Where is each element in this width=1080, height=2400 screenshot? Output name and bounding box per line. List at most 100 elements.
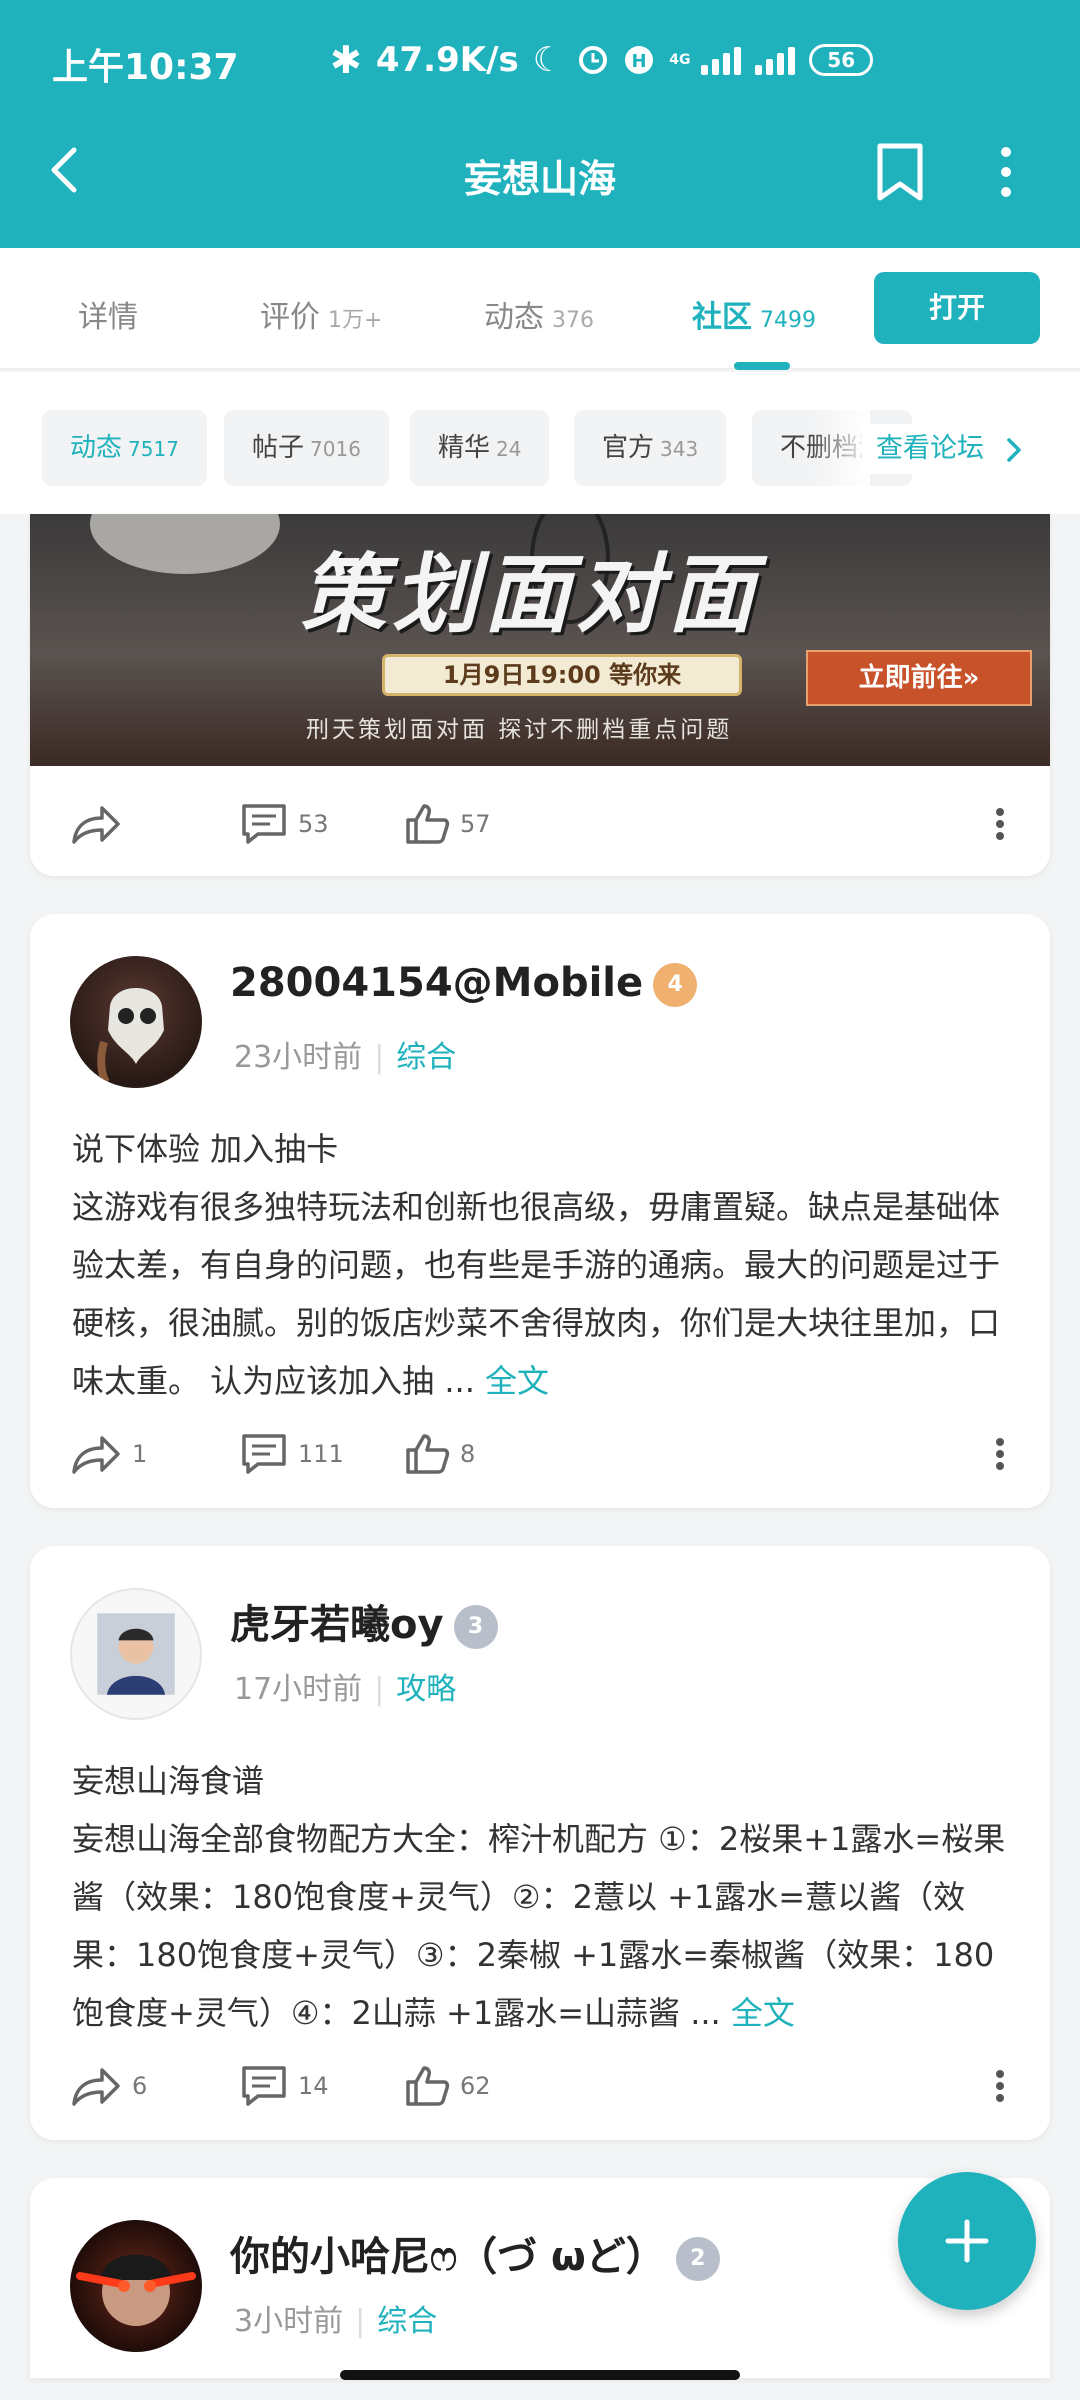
banner-card[interactable]: 策划面对面 1月9日19:00 等你来 刑天策划面对面 探讨不删档重点问题 立即… [30,514,1050,876]
tab-reviews[interactable]: 评价 1万+ [260,292,382,336]
author-label: 虎牙若曦oy [230,1602,444,1648]
comment-count: 53 [298,810,329,838]
post-time: 3小时前 [234,2304,344,2339]
level-badge: 4 [653,963,698,1007]
post-category[interactable]: 综合 [377,2304,437,2339]
post-meta: 23小时前 | 综合 [234,1040,457,1075]
post-card[interactable]: 虎牙若曦oy 3 17小时前 | 攻略 妄想山海食谱 妄想山海全部食物配方大全：榨汁机… [30,1546,1050,2140]
signal-2-icon [755,45,796,75]
chip-count: 7016 [310,437,361,461]
network-speed: 47.9K/s [375,40,519,80]
post-actions: 6 14 62 [30,2046,1050,2126]
share-button[interactable]: 6 [70,2060,147,2112]
filter-chip-bar: 动态7517 帖子7016 精华24 官方343 不删档活 查看论坛 [0,372,1080,514]
post-actions: 53 57 [30,784,1050,864]
moon-icon: ☾ [532,40,564,80]
comment-button[interactable]: 111 [240,1428,344,1480]
comment-button[interactable]: 14 [240,2060,329,2112]
event-banner-image[interactable]: 策划面对面 1月9日19:00 等你来 刑天策划面对面 探讨不删档重点问题 立即… [30,514,1050,766]
post-category[interactable]: 综合 [396,1040,456,1075]
post-card[interactable]: 28004154@Mobile 4 23小时前 | 综合 说下体验 加入抽卡 这游戏有… [30,914,1050,1508]
comment-icon [242,804,286,844]
bookmark-button[interactable] [872,140,928,204]
share-icon [72,2068,120,2106]
chip-count: 7517 [128,437,179,461]
alarm-icon [579,46,608,74]
comment-button[interactable]: 53 [240,798,329,850]
comment-count: 14 [298,2072,329,2100]
post-category[interactable]: 攻略 [396,1672,456,1707]
like-button[interactable]: 62 [404,2060,491,2112]
chip-label: 精华 [438,433,491,463]
post-text: 这游戏有很多独特玩法和创新也很高级，毋庸置疑。缺点是基础体验太差，有自身的问题，… [72,1178,1022,1410]
post-actions: 1 111 8 [30,1414,1050,1494]
author-name[interactable]: 你的小哈尼ෆ（づ ωど） 2 [230,2224,720,2282]
view-forum-link[interactable]: 查看论坛 [862,424,1029,474]
author-label: 你的小哈尼ෆ（づ ωど） [230,2234,666,2280]
thumbs-up-icon [406,804,450,844]
open-app-button[interactable]: 打开 [874,272,1040,344]
share-count: 1 [132,1440,148,1468]
post-more-icon[interactable] [990,804,1010,844]
comment-icon [242,1434,286,1474]
avatar[interactable] [70,2220,202,2352]
chip-featured[interactable]: 精华 24 [410,410,550,486]
level-badge: 2 [675,2237,720,2281]
svg-text:H: H [632,51,647,72]
tab-label: 评价 [260,300,320,335]
post-more-icon[interactable] [990,1434,1010,1474]
chevron-right-icon [1006,437,1021,462]
post-more-icon[interactable] [990,2066,1010,2106]
post-body[interactable]: 说下体验 加入抽卡 这游戏有很多独特玩法和创新也很高级，毋庸置疑。缺点是基础体验… [72,1120,1022,1410]
more-options-button[interactable] [988,140,1024,204]
post-meta: 3小时前 | 综合 [234,2304,438,2339]
app-header: 上午10:37 ✱ 47.9K/s ☾ H 4G 56 妄想山海 [0,0,1080,248]
chip-posts[interactable]: 帖子 7016 [224,410,389,486]
tab-label: 详情 [78,300,138,335]
home-indicator[interactable] [340,2370,740,2380]
like-button[interactable]: 8 [404,1428,475,1480]
share-button[interactable]: 1 [70,1428,147,1480]
avatar[interactable] [70,1588,202,1720]
thumbs-up-icon [406,2066,450,2106]
create-post-button[interactable] [898,2172,1036,2310]
chip-label: 官方 [602,433,655,463]
like-count: 62 [460,2072,491,2100]
status-time: 上午10:37 [52,47,239,88]
tab-community[interactable]: 社区 7499 [692,292,816,336]
active-tab-indicator [734,362,790,370]
banner-cta-button[interactable]: 立即前往» [806,650,1032,706]
post-card[interactable]: 你的小哈尼ෆ（づ ωど） 2 3小时前 | 综合 [30,2178,1050,2378]
tab-label: 社区 [692,300,752,335]
author-label: 28004154@Mobile [230,960,644,1006]
banner-title-art: 策划面对面 [300,544,760,645]
like-button[interactable]: 57 [404,798,491,850]
battery-level: 56 [809,44,874,76]
avatar-image [97,1613,175,1695]
avatar-image [97,988,164,1085]
tab-count: 7499 [760,308,816,333]
chip-official[interactable]: 官方 343 [574,410,727,486]
share-button[interactable] [70,798,132,850]
tab-count: 1万+ [328,308,383,333]
read-more-link[interactable]: 全文 [485,1362,549,1400]
like-count: 57 [460,810,491,838]
forum-link-label: 查看论坛 [876,433,984,464]
author-name[interactable]: 虎牙若曦oy 3 [230,1592,498,1650]
level-badge: 3 [453,1605,498,1649]
read-more-link[interactable]: 全文 [731,1994,795,2032]
status-icons: ✱ 47.9K/s ☾ H 4G 56 [330,38,874,82]
tab-updates[interactable]: 动态 376 [484,292,594,336]
chip-updates[interactable]: 动态 7517 [42,410,207,486]
tab-count: 376 [552,308,594,333]
chip-count: 343 [660,437,699,461]
tab-details[interactable]: 详情 [78,292,138,336]
chip-label: 动态 [70,433,123,463]
thumbs-up-icon [406,1434,450,1474]
chip-fade [810,410,870,486]
post-body[interactable]: 妄想山海食谱 妄想山海全部食物配方大全：榨汁机配方 ①：2桜果+1露水=桜果酱（… [72,1752,1022,2042]
comment-count: 111 [298,1440,344,1468]
avatar[interactable] [70,956,202,1088]
author-name[interactable]: 28004154@Mobile 4 [230,960,698,1007]
post-excerpt: 妄想山海全部食物配方大全：榨汁机配方 ①：2桜果+1露水=桜果酱（效果：180饱… [72,1820,1006,2032]
